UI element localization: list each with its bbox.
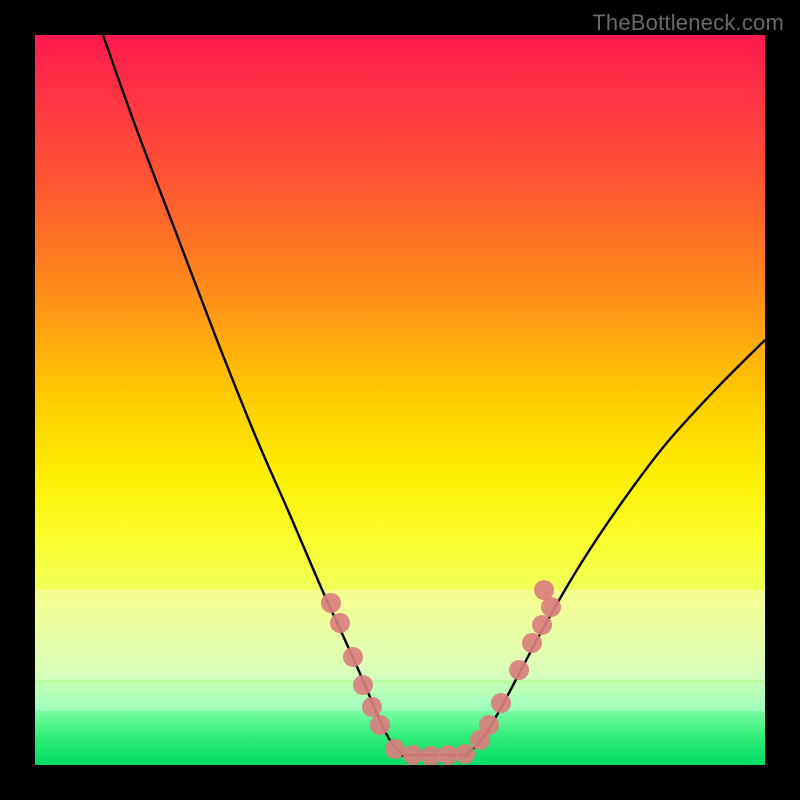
data-marker (532, 615, 552, 635)
data-marker (321, 593, 341, 613)
bottleneck-curve (103, 35, 765, 756)
data-marker (362, 697, 382, 717)
data-marker (534, 580, 554, 600)
data-marker (421, 746, 441, 765)
data-marker (343, 647, 363, 667)
data-marker (479, 715, 499, 735)
curve-layer (35, 35, 765, 765)
data-marker (438, 745, 458, 765)
data-marker (491, 693, 511, 713)
data-marker (353, 675, 373, 695)
data-marker (370, 715, 390, 735)
data-marker (509, 660, 529, 680)
plot-area (35, 35, 765, 765)
data-marker (455, 744, 475, 764)
chart-frame: TheBottleneck.com (0, 0, 800, 800)
data-marker (385, 739, 405, 759)
watermark-text: TheBottleneck.com (592, 10, 784, 36)
data-marker (403, 745, 423, 765)
data-marker (522, 633, 542, 653)
data-marker (330, 613, 350, 633)
